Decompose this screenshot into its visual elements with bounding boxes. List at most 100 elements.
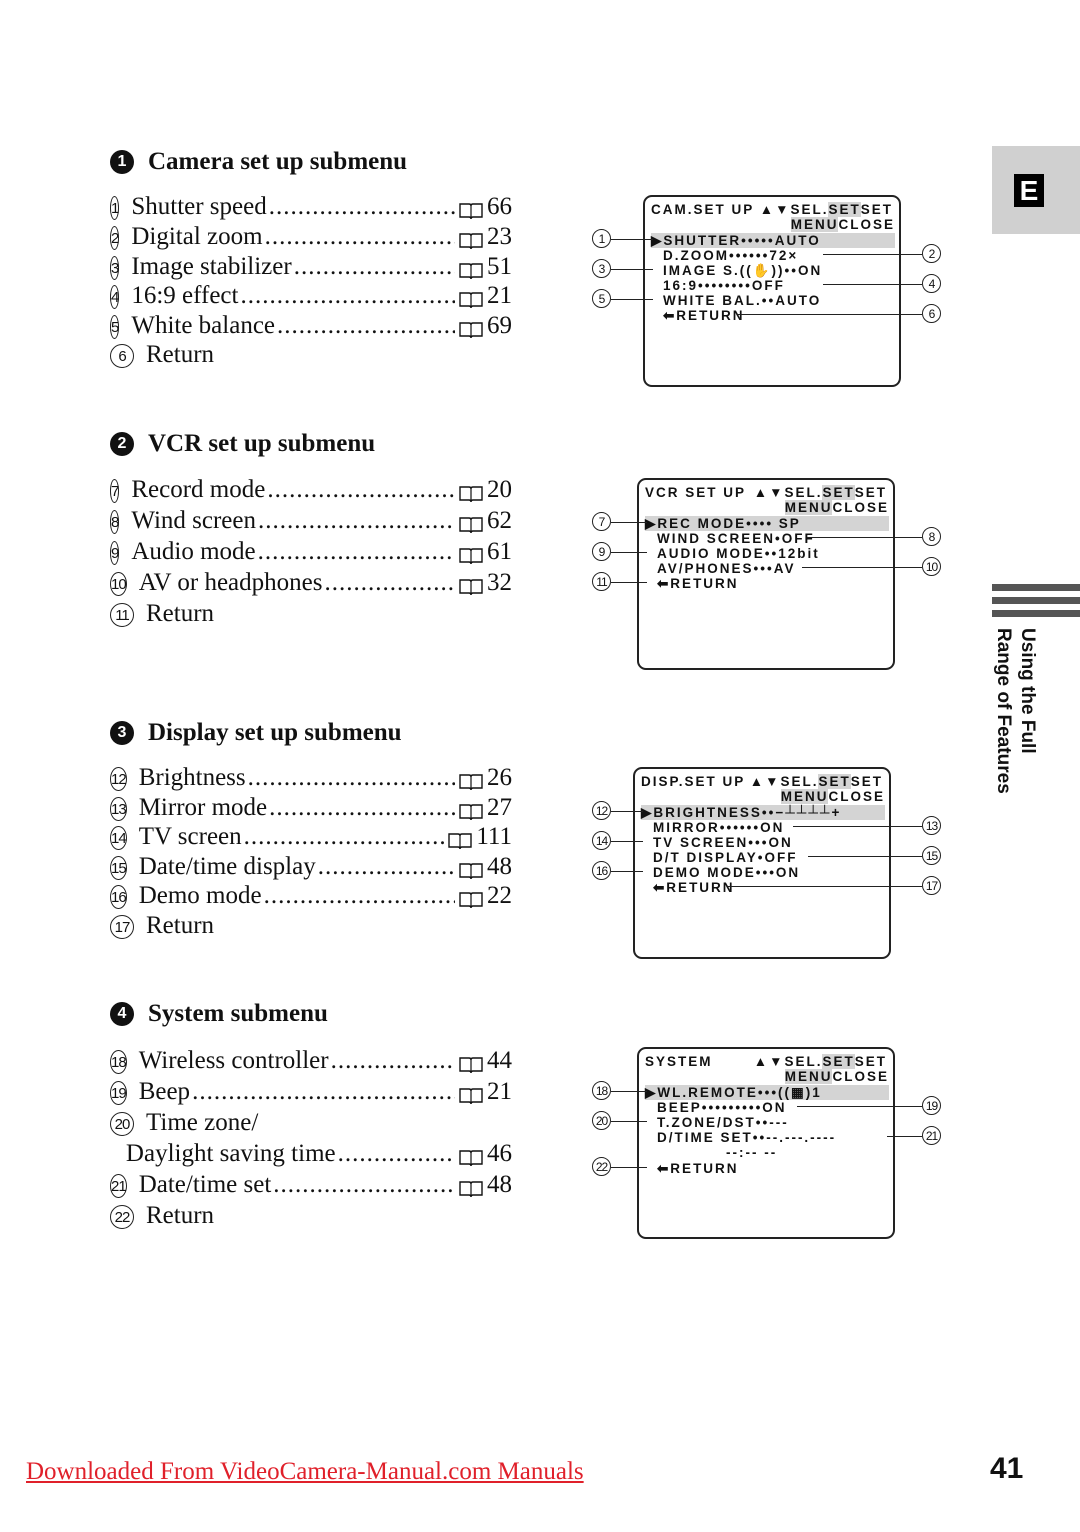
page-reference[interactable]: 48	[487, 853, 512, 881]
menu-item: 20 Time zone/	[110, 1109, 512, 1139]
section-heading-camera: 1 Camera set up submenu	[110, 148, 407, 176]
select-hint: ▲▼SEL.SETSET	[754, 485, 887, 500]
book-reference-icon	[459, 199, 483, 220]
item-number: 14	[110, 826, 127, 850]
leader-dots	[269, 193, 455, 221]
page-reference[interactable]: 62	[487, 507, 512, 535]
menu-item: 5 White balance 69	[110, 312, 512, 342]
sel-label: ▲▼SEL.	[749, 774, 819, 789]
callout-line	[797, 1106, 922, 1107]
callout-line	[793, 826, 922, 827]
menu-item: 4 16:9 effect 21	[110, 282, 512, 312]
page-reference[interactable]: 22	[487, 882, 512, 910]
page-reference[interactable]: 69	[487, 312, 512, 340]
select-hint: ▲▼SEL.SETSET	[760, 202, 893, 217]
page-reference[interactable]: 61	[487, 538, 512, 566]
page-reference[interactable]: 23	[487, 223, 512, 251]
close-hint: MENUCLOSE	[641, 789, 885, 804]
callout-number: 22	[592, 1157, 611, 1176]
callout-number: 11	[592, 572, 611, 591]
leader-dots	[258, 507, 455, 535]
menu-item: 14 TV screen 111	[110, 823, 512, 853]
item-number: 12	[110, 767, 127, 791]
callout-line	[611, 269, 653, 270]
callout-line	[611, 522, 647, 523]
callout-number: 12	[592, 801, 611, 820]
callout-number: 21	[922, 1126, 941, 1145]
book-reference-icon	[459, 1177, 483, 1198]
sel-label: ▲▼SEL.	[759, 202, 829, 217]
close-label: CLOSE	[832, 500, 889, 515]
item-number: 18	[110, 1050, 127, 1074]
book-reference-icon	[459, 770, 483, 791]
menu-item: Daylight saving time 46	[110, 1140, 512, 1170]
page-reference[interactable]: 66	[487, 193, 512, 221]
menu-item: 8 Wind screen 62	[110, 507, 512, 537]
leader-dots	[192, 1078, 455, 1106]
set-label: SET	[854, 1054, 887, 1069]
item-number	[110, 1143, 114, 1167]
page-reference[interactable]: 20	[487, 476, 512, 504]
page-reference[interactable]: 44	[487, 1047, 512, 1075]
menu-item: 10 AV or headphones 32	[110, 569, 512, 599]
callout-number: 18	[592, 1081, 611, 1100]
screen-title: VCR SET UP	[645, 485, 747, 500]
callout-number: 20	[592, 1111, 611, 1130]
menu-item: 9 Audio mode 61	[110, 538, 512, 568]
select-hint: ▲▼SEL.SETSET	[754, 1054, 887, 1069]
item-label: Return	[146, 341, 215, 368]
set-key: SET	[818, 774, 851, 789]
leader-dots	[324, 569, 455, 597]
chapter-tab: E	[992, 146, 1080, 234]
page-number: 41	[990, 1452, 1024, 1485]
page-reference[interactable]: 26	[487, 764, 512, 792]
callout-line	[611, 299, 653, 300]
screen-row: ⬅RETURN	[663, 308, 745, 323]
menu-item: 13 Mirror mode 27	[110, 794, 512, 824]
set-label: SET	[854, 485, 887, 500]
item-number: 7	[110, 479, 119, 503]
leader-dots	[338, 1140, 455, 1168]
chapter-title-line2: Range of Features	[993, 628, 1014, 794]
item-label: Date/time display	[138, 853, 316, 880]
close-label: CLOSE	[828, 789, 885, 804]
book-reference-icon	[459, 544, 483, 565]
sel-label: ▲▼SEL.	[753, 485, 823, 500]
callout-number: 16	[592, 861, 611, 880]
callout-line	[611, 841, 643, 842]
page-reference[interactable]: 21	[487, 282, 512, 310]
item-label: Beep	[138, 1078, 191, 1105]
item-label: Daylight saving time	[125, 1140, 336, 1167]
page-reference[interactable]: 111	[476, 823, 512, 851]
screen-row: ⬅RETURN	[653, 880, 735, 895]
callout-line	[611, 552, 647, 553]
lcd-menu-screen: DISP.SET UP ▲▼SEL.SETSET MENUCLOSE ▶BRIGHTN…	[633, 767, 891, 959]
menu-item: 3 Image stabilizer 51	[110, 253, 512, 283]
screen-row: WHITE BAL.••AUTO	[663, 293, 822, 308]
section-heading-system: 4 System submenu	[110, 1000, 328, 1028]
callout-line	[611, 811, 643, 812]
page-reference[interactable]: 46	[487, 1140, 512, 1168]
callout-number: 1	[592, 229, 611, 248]
lcd-menu-screen: CAM.SET UP ▲▼SEL.SETSET MENUCLOSE ▶SHUTTER•…	[643, 195, 901, 387]
page-reference[interactable]: 48	[487, 1171, 512, 1199]
item-label: Demo mode	[138, 882, 262, 909]
page-reference[interactable]: 21	[487, 1078, 512, 1106]
leader-dots	[269, 794, 455, 822]
set-label: SET	[860, 202, 893, 217]
leader-dots	[267, 476, 455, 504]
item-label: Return	[146, 1202, 215, 1229]
item-number: 9	[110, 541, 119, 565]
download-source-link[interactable]: Downloaded From VideoCamera-Manual.com M…	[26, 1458, 584, 1486]
book-reference-icon	[459, 800, 483, 821]
page-reference[interactable]: 32	[487, 569, 512, 597]
section-heading-vcr: 2 VCR set up submenu	[110, 430, 375, 458]
leader-dots	[248, 764, 455, 792]
item-number: 5	[110, 315, 119, 339]
callout-line	[887, 1136, 922, 1137]
callout-line	[808, 856, 922, 857]
page-reference[interactable]: 27	[487, 794, 512, 822]
section-bullet: 4	[110, 1002, 134, 1026]
page-reference[interactable]: 51	[487, 253, 512, 281]
section-bullet: 1	[110, 150, 134, 174]
